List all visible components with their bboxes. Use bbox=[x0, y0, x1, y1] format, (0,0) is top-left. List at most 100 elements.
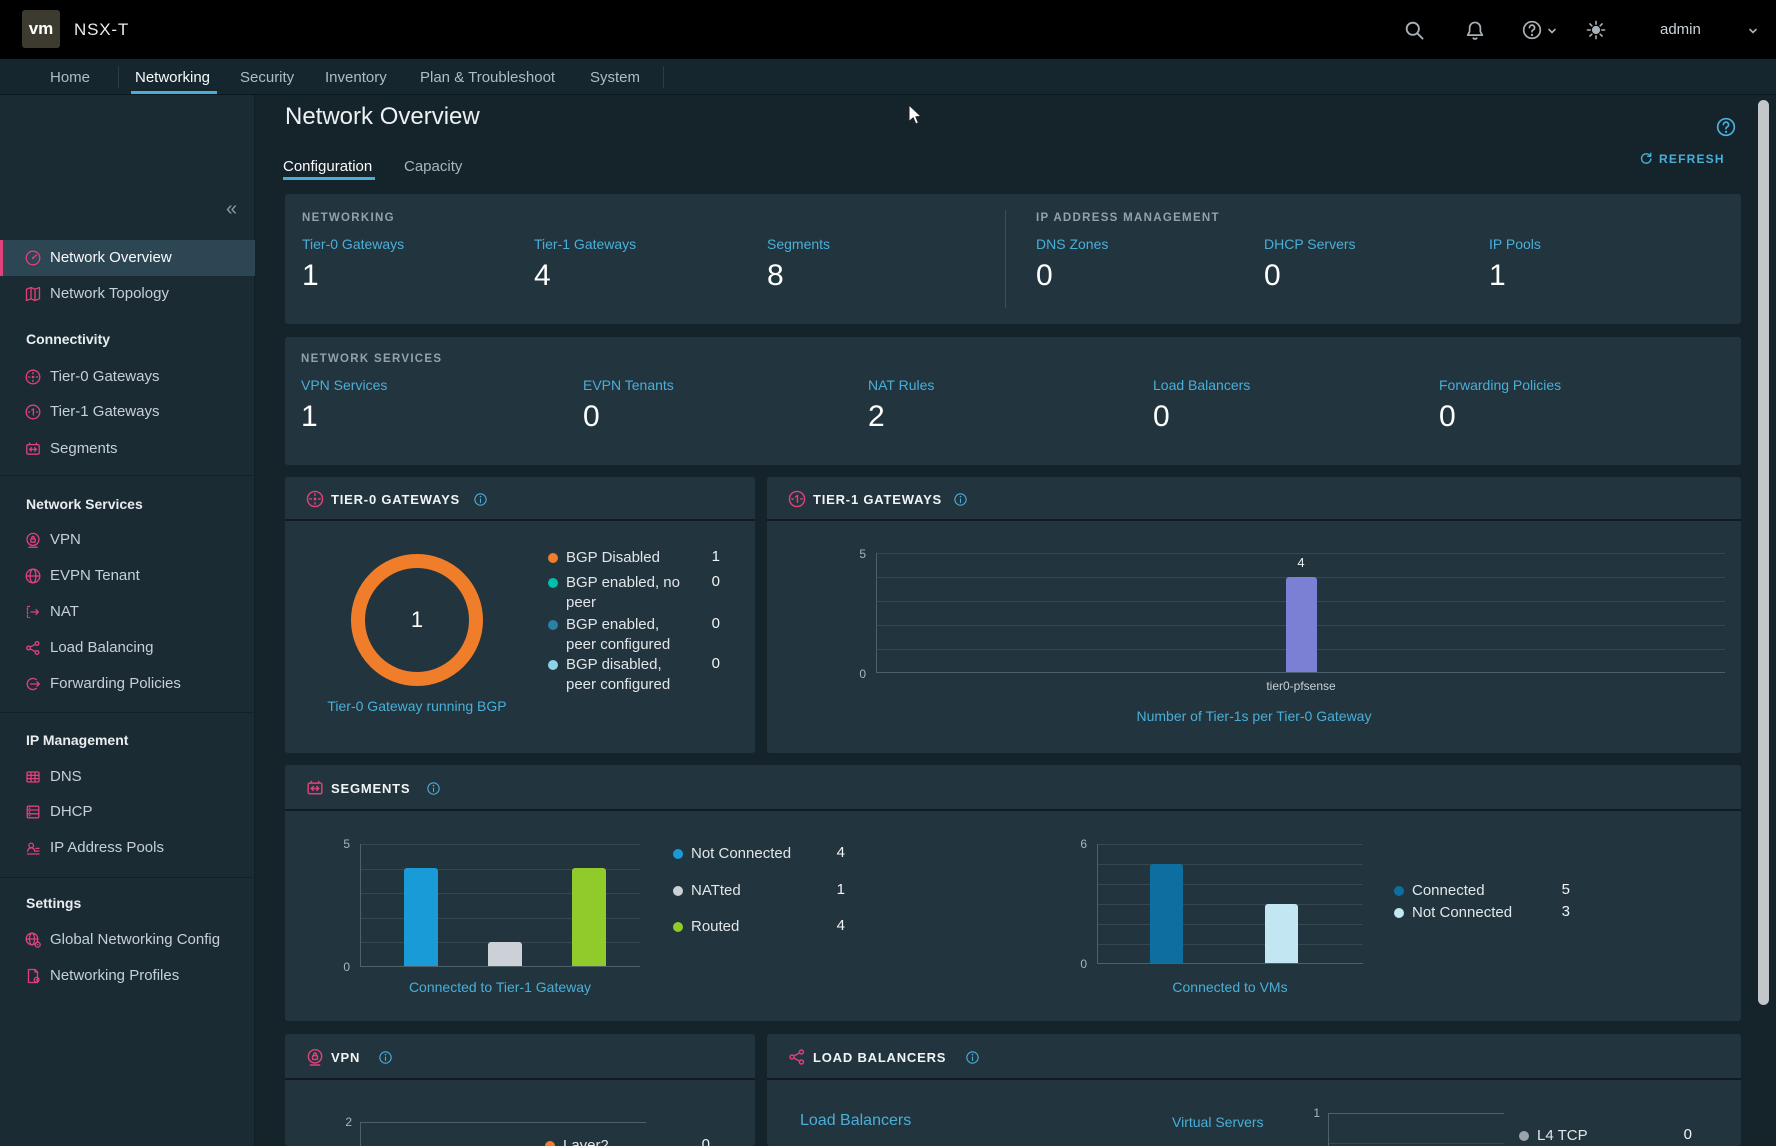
tier0-gateway-icon bbox=[24, 368, 42, 386]
legend-value: 0 bbox=[1647, 1126, 1692, 1143]
info-icon[interactable] bbox=[426, 781, 441, 796]
y-axis-min: 0 bbox=[320, 960, 350, 974]
tier0-bgp-donut-chart: 1 bbox=[351, 554, 483, 686]
refresh-button[interactable]: REFRESH bbox=[1638, 151, 1725, 166]
y-axis-min: 0 bbox=[836, 667, 866, 681]
segments-gateway-chart-link[interactable]: Connected to Tier-1 Gateway bbox=[360, 979, 640, 997]
sidebar-item-forwarding-policies[interactable]: Forwarding Policies bbox=[0, 666, 255, 702]
tier1-gateway-icon bbox=[787, 489, 807, 509]
page-help-icon[interactable] bbox=[1715, 116, 1737, 138]
sidebar-item-load-balancing[interactable]: Load Balancing bbox=[0, 630, 255, 666]
nav-tab-system[interactable]: System bbox=[590, 69, 640, 86]
legend-label: L4 TCP bbox=[1537, 1126, 1647, 1146]
nav-tab-inventory[interactable]: Inventory bbox=[325, 69, 387, 86]
sidebar-item-dhcp[interactable]: DHCP bbox=[0, 794, 255, 830]
metric-link-tier0-gateways[interactable]: Tier-0 Gateways bbox=[302, 236, 404, 252]
sidebar-divider bbox=[0, 877, 255, 878]
help-chevron-down-icon[interactable] bbox=[1547, 26, 1557, 36]
tab-configuration[interactable]: Configuration bbox=[283, 158, 372, 175]
legend-label: Connected bbox=[1412, 881, 1547, 901]
metric-link-vpn-services[interactable]: VPN Services bbox=[301, 377, 387, 393]
help-menu-icon[interactable] bbox=[1521, 19, 1543, 41]
product-title: NSX-T bbox=[74, 20, 129, 40]
legend-value: 0 bbox=[670, 1136, 710, 1146]
metric-value-tier0-gateways: 1 bbox=[302, 256, 319, 296]
panel-title: SEGMENTS bbox=[331, 781, 410, 796]
bar-value-label: 4 bbox=[1261, 555, 1341, 570]
sidebar: « Network Overview Network Topology Conn… bbox=[0, 95, 255, 1146]
tab-capacity[interactable]: Capacity bbox=[404, 158, 462, 175]
info-icon[interactable] bbox=[473, 492, 488, 507]
sidebar-item-segments[interactable]: Segments bbox=[0, 431, 255, 467]
tier1-gateways-panel: TIER-1 GATEWAYS 5 0 4 tier0-pfsense Numb… bbox=[767, 477, 1741, 753]
sidebar-item-nat[interactable]: NAT bbox=[0, 594, 255, 630]
x-axis-category: tier0-pfsense bbox=[1221, 679, 1381, 693]
info-icon[interactable] bbox=[953, 492, 968, 507]
metric-link-nat-rules[interactable]: NAT Rules bbox=[868, 377, 934, 393]
legend-value: 1 bbox=[680, 548, 720, 565]
sidebar-item-global-networking-config[interactable]: Global Networking Config bbox=[0, 922, 255, 958]
metric-link-forwarding-policies[interactable]: Forwarding Policies bbox=[1439, 377, 1561, 393]
sidebar-item-network-overview[interactable]: Network Overview bbox=[0, 240, 255, 276]
notifications-bell-icon[interactable] bbox=[1464, 19, 1486, 41]
panel-header: TIER-0 GATEWAYS bbox=[285, 477, 755, 521]
metric-link-dns-zones[interactable]: DNS Zones bbox=[1036, 236, 1108, 252]
bar-not-connected bbox=[404, 868, 438, 966]
bar-routed bbox=[572, 868, 606, 966]
metric-link-dhcp-servers[interactable]: DHCP Servers bbox=[1264, 236, 1356, 252]
sidebar-item-tier0-gateways[interactable]: Tier-0 Gateways bbox=[0, 359, 255, 395]
nav-tab-security[interactable]: Security bbox=[240, 69, 294, 86]
user-chevron-down-icon[interactable] bbox=[1748, 26, 1758, 36]
sidebar-item-evpn-tenant[interactable]: EVPN Tenant bbox=[0, 558, 255, 594]
active-page-tab-underline bbox=[283, 177, 375, 180]
metric-link-load-balancers[interactable]: Load Balancers bbox=[1153, 377, 1250, 393]
vmware-logo[interactable]: vm bbox=[22, 10, 60, 48]
vertical-scrollbar-thumb[interactable] bbox=[1758, 100, 1769, 1005]
panel-header: LOAD BALANCERS bbox=[767, 1034, 1741, 1080]
legend-dot bbox=[548, 620, 558, 630]
sidebar-section-settings: Settings bbox=[26, 895, 81, 911]
sidebar-item-networking-profiles[interactable]: Networking Profiles bbox=[0, 958, 255, 994]
info-icon[interactable] bbox=[378, 1050, 393, 1065]
nav-tab-plan-troubleshoot[interactable]: Plan & Troubleshoot bbox=[420, 69, 555, 86]
sidebar-collapse-button[interactable]: « bbox=[226, 199, 237, 219]
tier1-chart-link[interactable]: Number of Tier-1s per Tier-0 Gateway bbox=[767, 708, 1741, 726]
metric-link-evpn-tenants[interactable]: EVPN Tenants bbox=[583, 377, 674, 393]
sidebar-item-vpn[interactable]: VPN bbox=[0, 522, 255, 558]
legend-label: BGP disabled, peer configured bbox=[566, 655, 691, 695]
virtual-servers-link[interactable]: Virtual Servers bbox=[1172, 1114, 1264, 1130]
group-header-networking: NETWORKING bbox=[302, 212, 395, 224]
legend-dot bbox=[548, 553, 558, 563]
nav-tab-home[interactable]: Home bbox=[50, 69, 90, 86]
donut-center-value: 1 bbox=[411, 607, 423, 633]
lb-bar-chart bbox=[1328, 1113, 1504, 1146]
nav-tab-networking[interactable]: Networking bbox=[135, 69, 210, 86]
panel-header: SEGMENTS bbox=[285, 765, 1741, 811]
legend-dot bbox=[545, 1141, 555, 1146]
sidebar-item-network-topology[interactable]: Network Topology bbox=[0, 276, 255, 312]
vpn-lock-icon bbox=[305, 1047, 325, 1067]
sidebar-section-connectivity: Connectivity bbox=[26, 331, 110, 347]
metric-value-segments: 8 bbox=[767, 256, 784, 296]
tier0-chart-link[interactable]: Tier-0 Gateway running BGP bbox=[285, 698, 549, 716]
sidebar-section-network-services: Network Services bbox=[26, 496, 143, 512]
globe-icon bbox=[24, 567, 42, 585]
metric-link-tier1-gateways[interactable]: Tier-1 Gateways bbox=[534, 236, 636, 252]
sidebar-item-tier1-gateways[interactable]: Tier-1 Gateways bbox=[0, 394, 255, 430]
info-icon[interactable] bbox=[965, 1050, 980, 1065]
sidebar-item-dns[interactable]: DNS bbox=[0, 759, 255, 795]
theme-sun-icon[interactable] bbox=[1585, 19, 1607, 41]
y-axis-max: 5 bbox=[320, 837, 350, 851]
sidebar-item-ip-address-pools[interactable]: IP Address Pools bbox=[0, 830, 255, 866]
segments-vm-chart-link[interactable]: Connected to VMs bbox=[1097, 979, 1363, 997]
tier1-gateway-icon bbox=[24, 403, 42, 421]
dns-grid-icon bbox=[24, 768, 42, 786]
metric-link-ip-pools[interactable]: IP Pools bbox=[1489, 236, 1541, 252]
forwarding-arrow-icon bbox=[24, 675, 42, 693]
legend-value: 4 bbox=[805, 844, 845, 861]
network-services-summary-card: NETWORK SERVICES VPN Services 1 EVPN Ten… bbox=[285, 337, 1741, 465]
load-balancers-link[interactable]: Load Balancers bbox=[800, 1112, 911, 1130]
search-icon[interactable] bbox=[1403, 19, 1425, 41]
user-menu[interactable]: admin bbox=[1660, 21, 1701, 38]
metric-link-segments[interactable]: Segments bbox=[767, 236, 830, 252]
